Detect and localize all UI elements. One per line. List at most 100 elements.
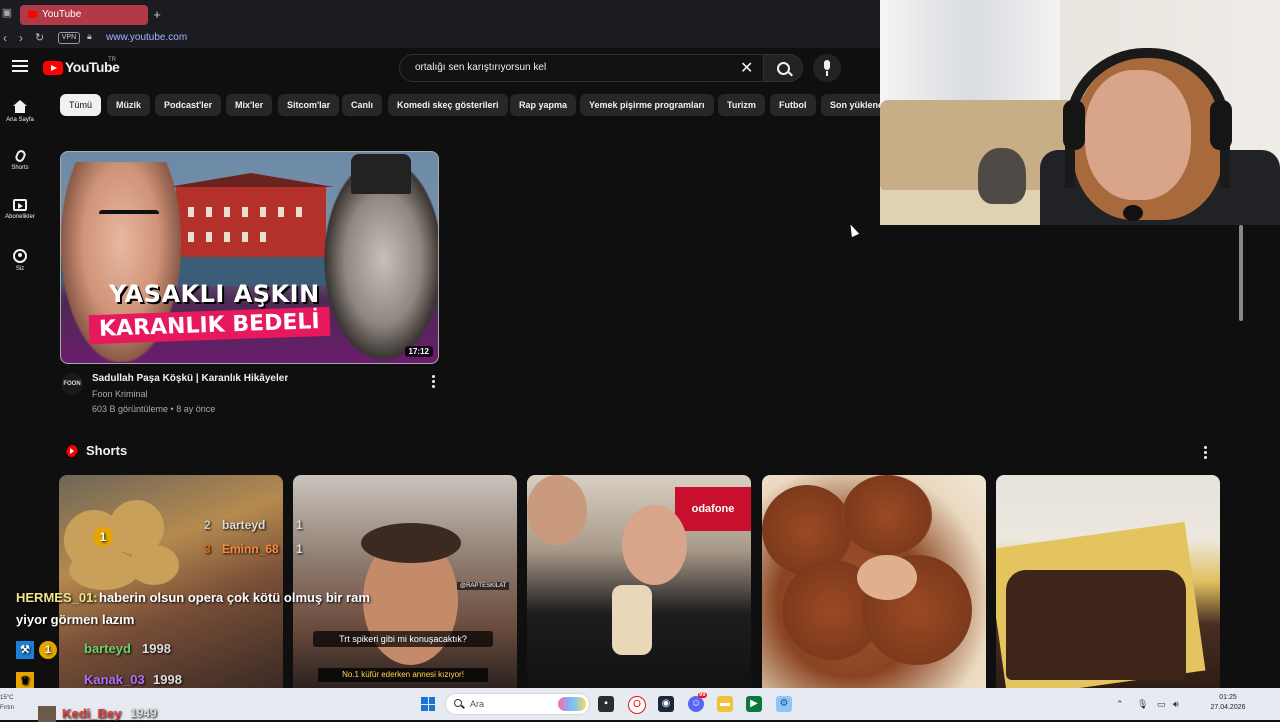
search-input[interactable]: ortalığı sen karıştırıyorsun kel xyxy=(415,62,546,73)
search-button[interactable] xyxy=(763,54,803,82)
workspaces-icon[interactable]: ▣ xyxy=(0,6,14,20)
guide-label: Ana Sayfa xyxy=(6,117,34,123)
search-box[interactable]: ortalığı sen karıştırıyorsun kel ✕ xyxy=(399,54,764,82)
guide-label: Shorts xyxy=(11,165,29,171)
short-card[interactable] xyxy=(762,475,986,688)
short-card[interactable] xyxy=(996,475,1220,688)
guide-item-shorts[interactable]: Shorts xyxy=(0,148,40,171)
start-icon[interactable] xyxy=(421,697,435,711)
new-tab-button[interactable]: + xyxy=(150,5,164,25)
headset xyxy=(1065,48,1230,188)
tab-youtube[interactable]: YouTube xyxy=(20,5,148,25)
chip-live[interactable]: Canlı xyxy=(342,94,383,116)
video-thumbnail[interactable]: YASAKLI AŞKIN KARANLIK BEDELİ 17:12 xyxy=(60,151,439,364)
subscriptions-icon xyxy=(13,199,27,211)
volume-icon[interactable]: 🔊︎ xyxy=(1173,699,1179,710)
short-caption: Trt spikeri gibi mi konuşacaktık? xyxy=(313,631,493,647)
chip-sitcoms[interactable]: Sitcom'lar xyxy=(278,94,340,116)
chip-comedy[interactable]: Komedi skeç gösterileri xyxy=(388,94,508,116)
short-card[interactable] xyxy=(59,475,283,688)
leader-value: 1 xyxy=(296,542,303,556)
chat-row-score: 1998 xyxy=(153,672,182,687)
chat-row-name: Kanak_03 xyxy=(84,672,145,687)
youtube-play-icon xyxy=(43,61,63,75)
leader-name: Eminn_68 xyxy=(222,542,279,556)
video-duration: 17:12 xyxy=(404,346,433,357)
url-field[interactable]: www.youtube.com xyxy=(106,32,187,43)
tray-chevron-icon[interactable]: ⌃ xyxy=(1116,699,1124,710)
chip-podcasts[interactable]: Podcast'ler xyxy=(155,94,222,116)
chat-row-score: 1949 xyxy=(130,706,157,720)
streamlabs-icon[interactable]: ▶ xyxy=(746,696,762,712)
opera-icon[interactable]: O xyxy=(628,696,646,714)
clear-search-icon[interactable]: ✕ xyxy=(740,58,753,78)
weather-widget[interactable]: 15°C Fırtın xyxy=(0,693,14,713)
chip-music[interactable]: Müzik xyxy=(107,94,151,116)
chat-row-name: barteyd xyxy=(84,641,131,656)
leader-name: barteyd xyxy=(222,518,266,532)
page-scrollbar[interactable] xyxy=(1239,225,1243,321)
chip-cooking[interactable]: Yemek pişirme programları xyxy=(580,94,714,116)
chat-username: HERMES_01: xyxy=(16,590,98,605)
shop-sign: odafone xyxy=(675,487,751,531)
short-subcaption: No.1 küfür ederken annesi kızıyor! xyxy=(318,668,488,682)
chat-message: yiyor görmen lazım xyxy=(16,612,135,627)
system-clock[interactable]: 01:25 27.04.2026 xyxy=(1203,693,1253,713)
windows-taskbar: 15°C Fırtın Kedi_Bey 1949 Ara ▪ O ◉ ☺ 99… xyxy=(0,688,1280,722)
video-more-icon[interactable] xyxy=(432,375,436,390)
chip-all[interactable]: Tümü xyxy=(60,94,102,116)
chat-message: haberin olsun opera çok kötü olmuş bir r… xyxy=(99,590,370,605)
mouse-cursor-icon xyxy=(846,222,860,238)
channel-avatar[interactable]: FOON xyxy=(61,373,83,395)
discord-icon[interactable]: ☺ xyxy=(688,696,704,712)
settings-gear-icon[interactable]: ⚙ xyxy=(776,696,792,712)
channel-name[interactable]: Foon Kriminal xyxy=(92,389,148,399)
short-card[interactable]: odafone xyxy=(527,475,751,688)
country-code: TR xyxy=(108,57,116,63)
youtube-favicon-icon xyxy=(28,11,37,18)
chat-row-score: 1998 xyxy=(142,641,171,656)
menu-icon[interactable] xyxy=(12,60,28,74)
microphone-icon xyxy=(824,60,830,70)
video-metadata: 603 B görüntüleme • 8 ay önce xyxy=(92,404,216,414)
microphone-tray-icon[interactable]: 🎙︎ xyxy=(1137,699,1148,710)
clock-time: 01:25 xyxy=(1219,694,1237,701)
you-icon xyxy=(13,249,27,263)
rank-badge: 1 xyxy=(39,641,57,659)
guide-item-home[interactable]: Ana Sayfa xyxy=(0,100,40,123)
network-icon[interactable]: ▭ xyxy=(1157,699,1166,710)
search-icon xyxy=(454,699,462,707)
guide-item-subscriptions[interactable]: Abonelikler xyxy=(0,199,40,220)
reload-icon[interactable]: ↻ xyxy=(35,31,44,44)
rank-1-badge: 1 xyxy=(93,527,113,547)
chip-football[interactable]: Futbol xyxy=(770,94,816,116)
clock-date: 27.04.2026 xyxy=(1210,704,1246,711)
steam-icon[interactable]: ◉ xyxy=(658,696,674,712)
forward-icon[interactable]: › xyxy=(19,31,23,45)
chip-mixes[interactable]: Mix'ler xyxy=(226,94,273,116)
tab-title: YouTube xyxy=(42,9,82,20)
taskbar-search[interactable]: Ara xyxy=(445,693,590,715)
task-view-icon[interactable]: ▪ xyxy=(598,696,614,712)
chip-rap[interactable]: Rap yapma xyxy=(510,94,577,116)
guide-item-you[interactable]: Siz xyxy=(0,249,40,272)
guide-label: Siz xyxy=(15,266,25,272)
chip-tourism[interactable]: Turizm xyxy=(718,94,765,116)
back-icon[interactable]: ‹ xyxy=(3,31,7,45)
weather-desc: Fırtın xyxy=(0,705,15,711)
thumbnail-title-line1: YASAKLI AŞKIN xyxy=(109,280,320,308)
taskbar-search-placeholder: Ara xyxy=(470,699,485,709)
leader-rank: 3 xyxy=(204,542,211,556)
shorts-section-title: Shorts xyxy=(86,443,128,458)
short-card[interactable]: @RAPTESKILAT Trt spikeri gibi mi konuşac… xyxy=(293,475,517,688)
video-title[interactable]: Sadullah Paşa Köşkü | Karanlık Hikâyeler xyxy=(92,373,288,384)
file-explorer-icon[interactable]: ▬ xyxy=(717,696,733,712)
shorts-more-icon[interactable] xyxy=(1204,446,1208,461)
shorts-logo-icon xyxy=(64,443,80,459)
lock-icon[interactable]: 🔒︎ xyxy=(87,31,92,42)
leader-value: 1 xyxy=(296,518,303,532)
voice-search-button[interactable] xyxy=(813,54,841,82)
shorts-nav-icon xyxy=(13,148,27,164)
vpn-badge[interactable]: VPN xyxy=(58,32,80,44)
webcam-overlay xyxy=(880,0,1280,225)
